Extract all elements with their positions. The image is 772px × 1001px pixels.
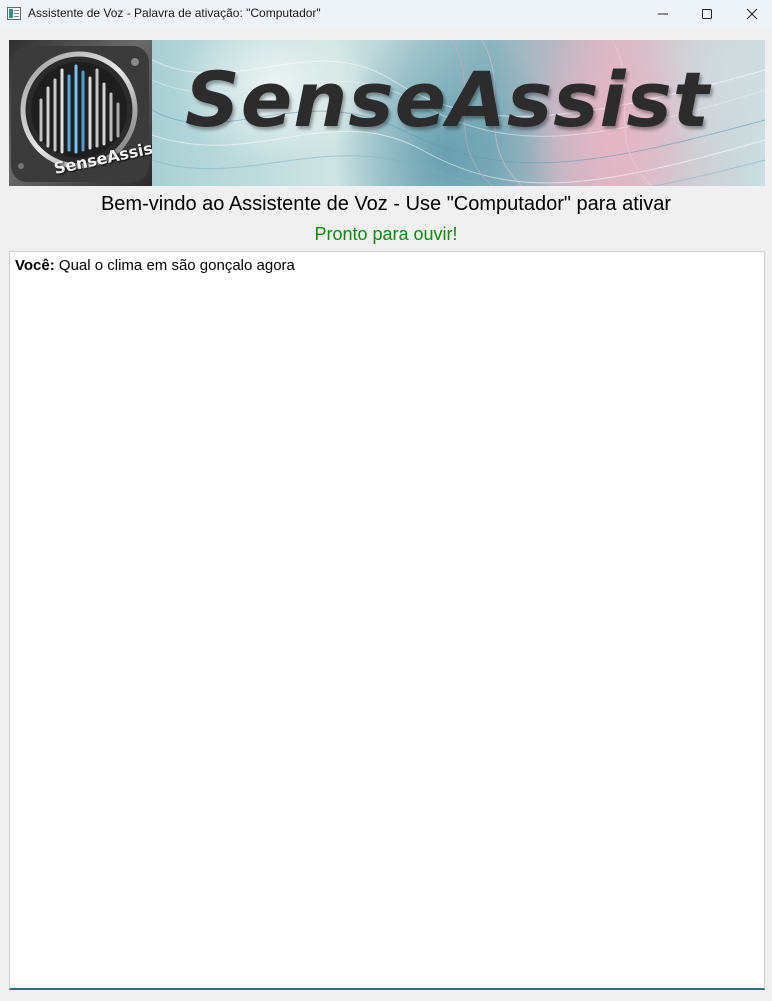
app-icon	[7, 7, 21, 20]
welcome-heading: Bem-vindo ao Assistente de Voz - Use "Co…	[100, 193, 672, 215]
banner-image: SenseAssist SenseAssist	[9, 40, 765, 186]
chat-transcript[interactable]: Você: Qual o clima em são gonçalo agora	[9, 251, 765, 990]
close-button[interactable]	[729, 0, 772, 28]
senseassist-logo: SenseAssist	[9, 40, 152, 186]
message-text: Qual o clima em são gonçalo agora	[58, 257, 295, 274]
banner-title: SenseAssist	[185, 55, 711, 144]
message-speaker: Você:	[15, 257, 55, 274]
window-title-bar[interactable]: Assistente de Voz - Palavra de ativação:…	[0, 0, 772, 28]
minimize-button[interactable]	[640, 0, 686, 28]
close-icon	[746, 8, 758, 20]
window-title: Assistente de Voz - Palavra de ativação:…	[28, 6, 321, 20]
maximize-button[interactable]	[684, 0, 730, 28]
minimize-icon	[658, 13, 668, 15]
status-text: Pronto para ouvir!	[314, 224, 458, 244]
chat-message: Você: Qual o clima em são gonçalo agora	[15, 257, 759, 275]
maximize-icon	[702, 9, 712, 19]
